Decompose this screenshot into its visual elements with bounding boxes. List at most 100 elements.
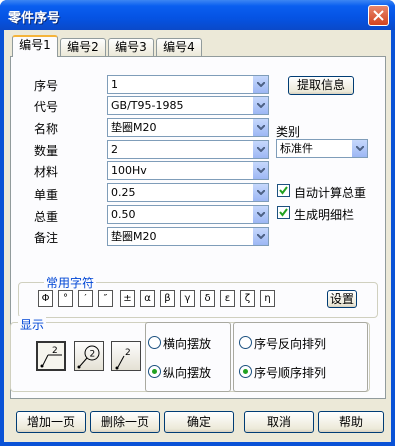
symbol-button[interactable]: ° <box>58 290 73 307</box>
tab-3[interactable]: 编号3 <box>108 38 154 56</box>
chevron-down-icon <box>257 190 265 195</box>
leader-flag-number: 2 <box>52 346 58 356</box>
leader-flag-icon: 2 <box>40 346 62 368</box>
category-select[interactable]: 标准件 <box>276 139 368 158</box>
leader-plain-number: 2 <box>125 348 131 358</box>
checkmark-icon <box>279 208 288 217</box>
category-dropdown-button[interactable] <box>351 140 367 157</box>
symbol-button[interactable]: ′ <box>78 290 93 307</box>
chevron-down-icon <box>257 147 265 152</box>
category-label: 类别 <box>276 125 301 139</box>
ok-button[interactable]: 确定 <box>164 411 234 433</box>
symbol-button[interactable]: ζ <box>240 290 255 307</box>
auto-calc-total-label: 自动计算总重 <box>294 186 367 200</box>
label-remark: 备注 <box>34 231 59 245</box>
serial-value: 1 <box>111 78 118 91</box>
order-reverse-label: 序号反向排列 <box>254 337 327 351</box>
orientation-vertical-radio[interactable] <box>148 365 161 378</box>
dialog-window: 零件序号 编号1 编号2 编号3 编号4 序号 1 代号 GB/T95-1985… <box>0 0 395 446</box>
tab-1[interactable]: 编号1 <box>12 35 58 57</box>
symbols-settings-button[interactable]: 设置 <box>327 290 357 308</box>
leader-circle-icon: 2 <box>77 345 100 369</box>
quantity-value: 2 <box>111 143 118 156</box>
quantity-dropdown-button[interactable] <box>252 141 268 158</box>
chevron-down-icon <box>257 234 265 239</box>
total-weight-value: 0.50 <box>111 208 136 221</box>
leader-flag-style-button[interactable]: 2 <box>36 341 66 371</box>
symbol-button[interactable]: Φ <box>38 290 53 307</box>
unit-weight-dropdown-button[interactable] <box>252 184 268 201</box>
delete-page-button[interactable]: 删除一页 <box>90 411 160 433</box>
material-value: 100Hv <box>111 164 147 177</box>
code-field[interactable]: GB/T95-1985 <box>107 96 269 115</box>
order-sequential-label: 序号顺序排列 <box>254 366 327 380</box>
symbol-button[interactable]: ε <box>220 290 235 307</box>
order-panel <box>233 322 368 392</box>
material-field[interactable]: 100Hv <box>107 161 269 180</box>
chevron-down-icon <box>257 82 265 87</box>
symbol-button[interactable]: δ <box>200 290 215 307</box>
orientation-horizontal-radio[interactable] <box>148 336 161 349</box>
symbol-button[interactable]: ± <box>120 290 135 307</box>
generate-bom-label: 生成明细栏 <box>294 208 355 222</box>
total-weight-field[interactable]: 0.50 <box>107 205 269 224</box>
radio-selected-dot <box>152 369 157 374</box>
orientation-panel <box>145 322 231 392</box>
dialog-client: 编号1 编号2 编号3 编号4 序号 1 代号 GB/T95-1985 名称 垫… <box>4 30 391 442</box>
help-button[interactable]: 帮助 <box>318 411 384 433</box>
category-value: 标准件 <box>280 142 313 155</box>
total-weight-dropdown-button[interactable] <box>252 206 268 223</box>
code-value: GB/T95-1985 <box>111 99 184 112</box>
chevron-down-icon <box>257 168 265 173</box>
label-code: 代号 <box>34 100 59 114</box>
cancel-button[interactable]: 取消 <box>244 411 314 433</box>
symbol-button[interactable]: γ <box>180 290 195 307</box>
leader-circle-number: 2 <box>90 350 96 360</box>
serial-dropdown-button[interactable] <box>252 76 268 93</box>
close-button[interactable] <box>368 5 389 26</box>
label-name: 名称 <box>34 122 59 136</box>
remark-value: 垫圈M20 <box>111 230 157 243</box>
tab-4[interactable]: 编号4 <box>156 38 202 56</box>
display-group-title: 显示 <box>18 316 47 333</box>
remark-dropdown-button[interactable] <box>252 228 268 245</box>
unit-weight-value: 0.25 <box>111 186 136 199</box>
checkmark-icon <box>279 186 288 195</box>
name-field[interactable]: 垫圈M20 <box>107 118 269 137</box>
symbol-button[interactable]: α <box>140 290 155 307</box>
unit-weight-field[interactable]: 0.25 <box>107 183 269 202</box>
remark-field[interactable]: 垫圈M20 <box>107 227 269 246</box>
label-unit-weight: 单重 <box>34 188 59 202</box>
leader-plain-icon: 2 <box>115 348 131 370</box>
label-quantity: 数量 <box>34 144 59 158</box>
material-dropdown-button[interactable] <box>252 162 268 179</box>
code-dropdown-button[interactable] <box>252 97 268 114</box>
orientation-horizontal-label: 横向摆放 <box>163 337 212 351</box>
symbol-button[interactable]: η <box>260 290 275 307</box>
tab-2[interactable]: 编号2 <box>60 38 106 56</box>
symbol-button[interactable]: β <box>160 290 175 307</box>
title-bar[interactable]: 零件序号 <box>0 0 395 30</box>
name-dropdown-button[interactable] <box>252 119 268 136</box>
close-icon <box>373 10 384 21</box>
auto-calc-total-checkbox[interactable] <box>277 184 290 197</box>
serial-field[interactable]: 1 <box>107 75 269 94</box>
leader-circle-style-button[interactable]: 2 <box>74 341 104 371</box>
symbol-button[interactable]: ″ <box>98 290 113 307</box>
leader-plain-style-button[interactable]: 2 <box>111 341 141 371</box>
quantity-field[interactable]: 2 <box>107 140 269 159</box>
orientation-vertical-label: 纵向摆放 <box>163 366 212 380</box>
chevron-down-icon <box>257 103 265 108</box>
chevron-down-icon <box>257 125 265 130</box>
add-page-button[interactable]: 增加一页 <box>16 411 86 433</box>
name-value: 垫圈M20 <box>111 121 157 134</box>
order-sequential-radio[interactable] <box>239 365 252 378</box>
order-reverse-radio[interactable] <box>239 336 252 349</box>
generate-bom-checkbox[interactable] <box>277 206 290 219</box>
label-material: 材料 <box>34 165 59 179</box>
chevron-down-icon <box>356 146 364 151</box>
label-total-weight: 总重 <box>34 210 59 224</box>
window-title: 零件序号 <box>8 11 61 26</box>
label-serial: 序号 <box>34 79 59 93</box>
extract-info-button[interactable]: 提取信息 <box>288 76 354 95</box>
